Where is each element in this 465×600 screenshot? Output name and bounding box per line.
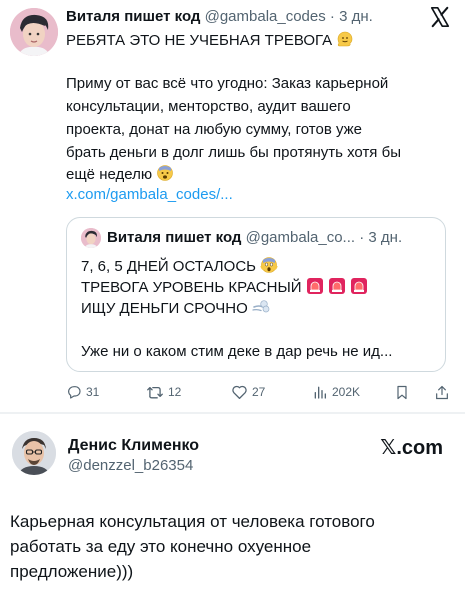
tweet-text-line: брать деньги в долг лишь бы протянуть хо… [66,144,401,161]
quoted-time[interactable]: 3 дн. [368,229,402,246]
quoted-tweet[interactable]: Виталя пишет код @gambala_co... · 3 дн. … [66,217,446,372]
reply-author-handle[interactable]: @denzzel_b26354 [68,457,193,474]
quoted-text: ИЩУ ДЕНЬГИ СРОЧНО [81,300,248,317]
repost-icon [147,386,163,399]
reply-author-name[interactable]: Денис Клименко [68,437,199,455]
tweet-time[interactable]: 3 дн. [339,8,373,25]
quoted-author-avatar[interactable] [81,228,101,248]
views-count: 202K [332,385,361,399]
bookmark-icon [397,385,407,400]
tweet-text-line: Приму от вас всё что угодно: Заказ карье… [66,75,389,92]
reply-text-line: предложение))) [10,562,134,581]
reply-button[interactable]: 31 [66,384,99,400]
quoted-text: ТРЕВОГА УРОВЕНЬ КРАСНЫЙ [81,279,302,296]
quoted-header: Виталя пишет код @gambala_co... · 3 дн. [107,229,402,246]
x-com-brand: 𝕏.com [380,437,443,459]
tweet-text-line: проекта, донат на любую сумму, готов уже [66,121,363,138]
author-avatar[interactable] [10,8,58,56]
reply-text-line: Карьерная консультация от человека готов… [10,512,375,531]
tweet-header: Виталя пишет код @gambala_codes · 3 дн. [66,8,373,25]
quoted-text: 7, 6, 5 ДНЕЙ ОСТАЛОСЬ [81,258,256,275]
author-handle[interactable]: @gambala_codes [205,8,326,25]
header-separator: · [329,8,335,25]
like-count: 27 [252,385,266,399]
siren-icon [306,277,324,301]
reply-count: 31 [86,385,100,399]
quoted-separator: · [359,229,365,246]
quoted-text-line: Уже ни о каком стим деке в дар речь не и… [81,343,393,360]
x-logo-icon[interactable] [429,6,451,33]
like-button[interactable]: 27 [231,384,265,400]
views-chart-icon [314,386,326,399]
repost-count: 12 [168,385,182,399]
reply-icon [68,386,81,399]
heart-icon [232,385,247,400]
tweet-text: ещё неделю [66,166,153,183]
dash-icon [252,298,270,322]
melting-face-icon [336,30,354,54]
share-button[interactable] [434,384,450,401]
siren-icon [328,277,346,301]
tweet-text-line: консультации, менторство, аудит вашего [66,98,351,115]
quoted-author-name[interactable]: Виталя пишет код [107,229,241,246]
tweet-text: РЕБЯТА ЭТО НЕ УЧЕБНАЯ ТРЕВОГА [66,32,333,49]
siren-icon [350,277,368,301]
reply-card[interactable]: Денис Клименко @denzzel_b26354 𝕏.com Кар… [0,414,465,600]
tweet-text-line: РЕБЯТА ЭТО НЕ УЧЕБНАЯ ТРЕВОГА [66,30,354,54]
share-icon [436,385,448,400]
tweet-actions: 31 12 27 202K [66,384,456,404]
reply-text-line: работать за еду это конечно охуенное [10,537,312,556]
tweet-link[interactable]: x.com/gambala_codes/... [66,185,233,205]
quoted-text-line: ИЩУ ДЕНЬГИ СРОЧНО [81,298,270,322]
author-name[interactable]: Виталя пишет код [66,8,200,25]
quoted-author-handle[interactable]: @gambala_co... [246,229,355,246]
tweet-card[interactable]: Виталя пишет код @gambala_codes · 3 дн. … [0,0,465,415]
bookmark-button[interactable] [394,384,410,401]
views-button[interactable]: 202K [312,384,360,400]
repost-button[interactable]: 12 [146,384,181,400]
reply-author-avatar[interactable] [12,431,56,475]
